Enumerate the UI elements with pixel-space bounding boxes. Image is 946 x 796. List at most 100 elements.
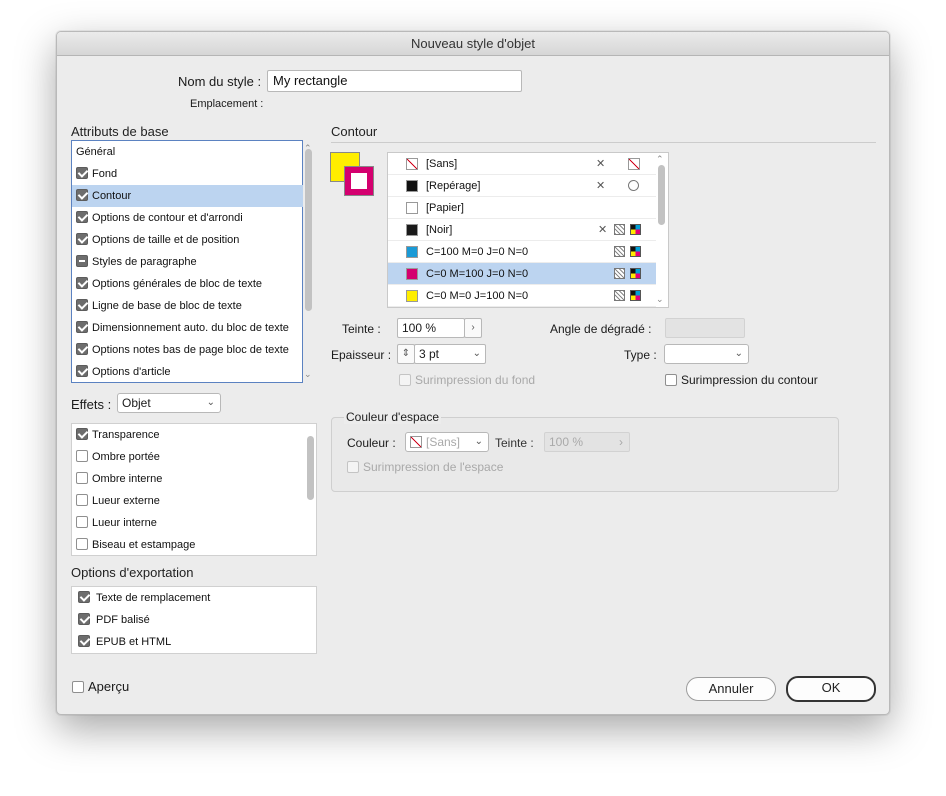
- overprint-fill-checkbox[interactable]: Surimpression du fond: [399, 373, 535, 387]
- basic-attr-item[interactable]: Options de contour et d'arrondi: [72, 207, 303, 229]
- effect-item[interactable]: Lueur externe: [72, 490, 160, 512]
- basic-attr-item[interactable]: Styles de paragraphe: [72, 251, 303, 273]
- effect-item[interactable]: Ombre interne: [72, 468, 162, 490]
- swatch-scroll-down-icon[interactable]: ⌄: [656, 295, 664, 304]
- gap-overprint-checkbox[interactable]: Surimpression de l'espace: [347, 460, 503, 474]
- basic-attr-checkbox[interactable]: [76, 277, 88, 289]
- basic-attr-checkbox[interactable]: [76, 189, 88, 201]
- preview-checkbox-box[interactable]: [72, 681, 84, 693]
- tint-input[interactable]: 100 %: [397, 318, 465, 338]
- gap-color-dropdown[interactable]: [Sans] ⌄: [405, 432, 489, 452]
- basic-attr-item[interactable]: Options de taille et de position: [72, 229, 303, 251]
- weight-input[interactable]: 3 pt ⌄: [414, 344, 486, 364]
- basic-attr-item[interactable]: Fond: [72, 163, 303, 185]
- overprint-stroke-checkbox[interactable]: Surimpression du contour: [665, 373, 818, 387]
- effect-item[interactable]: Transparence: [72, 424, 159, 446]
- swatch-scrollbar[interactable]: [656, 153, 666, 307]
- export-checkbox[interactable]: [78, 635, 90, 647]
- basic-attr-item[interactable]: Contour: [72, 185, 303, 207]
- none-swatch-icon: [406, 158, 418, 170]
- export-checkbox[interactable]: [78, 613, 90, 625]
- gap-tint-input[interactable]: 100 % ›: [544, 432, 630, 452]
- effect-checkbox[interactable]: [76, 516, 88, 528]
- basic-attr-item[interactable]: Options d'article: [72, 361, 303, 383]
- effect-label: Lueur interne: [92, 517, 157, 529]
- basic-scroll-up-icon[interactable]: ⌃: [304, 144, 312, 153]
- ok-button[interactable]: OK: [786, 676, 876, 702]
- basic-scrollbar[interactable]: [303, 141, 313, 382]
- overprint-stroke-box[interactable]: [665, 374, 677, 386]
- export-label: Texte de remplacement: [96, 592, 211, 604]
- swatch-row[interactable]: [Noir] ✕: [388, 219, 656, 241]
- basic-attr-checkbox[interactable]: [76, 167, 88, 179]
- stroke-proxy[interactable]: [344, 166, 374, 196]
- basic-attr-checkbox[interactable]: [76, 233, 88, 245]
- swatch-row[interactable]: [Papier]: [388, 197, 656, 219]
- gap-overprint-label: Surimpression de l'espace: [363, 460, 504, 474]
- export-options-list[interactable]: Texte de remplacement PDF balisé EPUB et H…: [71, 586, 317, 654]
- effect-item[interactable]: Lueur interne: [72, 512, 157, 534]
- swatch-row[interactable]: C=100 M=0 J=0 N=0: [388, 241, 656, 263]
- cmyk-mode-icon: [630, 224, 641, 235]
- overprint-fill-box[interactable]: [399, 374, 411, 386]
- process-color-icon: [614, 224, 625, 235]
- effects-list[interactable]: Transparence Ombre portée Ombre interne Lue…: [71, 423, 317, 556]
- basic-scroll-down-icon[interactable]: ⌄: [304, 370, 312, 379]
- swatch-row[interactable]: [Sans] ✕: [388, 153, 656, 175]
- basic-attr-label: Ligne de base de bloc de texte: [92, 300, 242, 312]
- effect-checkbox[interactable]: [76, 494, 88, 506]
- basic-attr-item[interactable]: Options notes bas de page bloc de texte: [72, 339, 303, 361]
- weight-value: 3 pt: [419, 347, 440, 361]
- gap-tint-value: 100 %: [549, 435, 584, 449]
- swatch-row[interactable]: C=0 M=0 J=100 N=0: [388, 285, 656, 307]
- effect-label: Transparence: [92, 429, 160, 441]
- process-color-icon: [614, 290, 625, 301]
- weight-chevron-down-icon: ⌄: [472, 348, 481, 359]
- export-item[interactable]: Texte de remplacement: [72, 587, 210, 609]
- basic-attr-checkbox[interactable]: [76, 211, 88, 223]
- basic-attr-checkbox[interactable]: [76, 343, 88, 355]
- basic-attr-checkbox[interactable]: [76, 365, 88, 377]
- effect-checkbox[interactable]: [76, 450, 88, 462]
- basic-attr-label: Options de taille et de position: [92, 234, 240, 246]
- tint-arrow-icon[interactable]: ›: [464, 318, 482, 338]
- style-name-input[interactable]: My rectangle: [267, 70, 522, 92]
- effects-dropdown[interactable]: Objet ⌄: [117, 393, 221, 413]
- type-label: Type :: [624, 348, 657, 362]
- preview-checkbox[interactable]: Aperçu: [72, 679, 129, 694]
- effect-label: Ombre portée: [92, 451, 160, 463]
- basic-attr-item[interactable]: Général: [72, 141, 303, 163]
- export-item[interactable]: PDF balisé: [72, 609, 150, 631]
- type-dropdown[interactable]: ⌄: [664, 344, 749, 364]
- gradient-angle-input[interactable]: [665, 318, 745, 338]
- swatch-list[interactable]: [Sans] ✕ [Repérage] ✕ [Papier] [Noir] ✕ C=100 M…: [387, 152, 669, 308]
- swatch-name: C=100 M=0 J=0 N=0: [426, 246, 529, 258]
- basic-attr-checkbox[interactable]: [76, 255, 88, 267]
- swatch-row[interactable]: [Repérage] ✕: [388, 175, 656, 197]
- cancel-button[interactable]: Annuler: [686, 677, 776, 701]
- basic-attr-label: Options notes bas de page bloc de texte: [92, 344, 289, 356]
- basic-attr-checkbox[interactable]: [76, 299, 88, 311]
- basic-attr-item[interactable]: Ligne de base de bloc de texte: [72, 295, 303, 317]
- basic-attr-label: Général: [76, 146, 116, 158]
- effects-dropdown-value: Objet: [122, 396, 151, 410]
- none-swatch-icon: [628, 158, 640, 170]
- swatch-scroll-up-icon[interactable]: ⌃: [656, 155, 664, 164]
- basic-attr-item[interactable]: Dimensionnement auto. du bloc de texte: [72, 317, 303, 339]
- weight-stepper-icon[interactable]: ⇕: [397, 344, 415, 364]
- effect-checkbox[interactable]: [76, 538, 88, 550]
- effect-checkbox[interactable]: [76, 428, 88, 440]
- basic-attributes-list[interactable]: Général Fond Contour Options de contour et …: [71, 140, 312, 383]
- export-item[interactable]: EPUB et HTML: [72, 631, 171, 653]
- effect-item[interactable]: Ombre portée: [72, 446, 160, 468]
- basic-attr-checkbox[interactable]: [76, 321, 88, 333]
- effect-checkbox[interactable]: [76, 472, 88, 484]
- effects-scrollbar[interactable]: [305, 424, 315, 555]
- effect-item[interactable]: Biseau et estampage: [72, 534, 195, 556]
- basic-attr-item[interactable]: Options générales de bloc de texte: [72, 273, 303, 295]
- gap-overprint-box[interactable]: [347, 461, 359, 473]
- swatch-name: [Sans]: [426, 158, 458, 170]
- export-checkbox[interactable]: [78, 591, 90, 603]
- swatch-row[interactable]: C=0 M=100 J=0 N=0: [388, 263, 656, 285]
- contour-title: Contour: [331, 124, 378, 139]
